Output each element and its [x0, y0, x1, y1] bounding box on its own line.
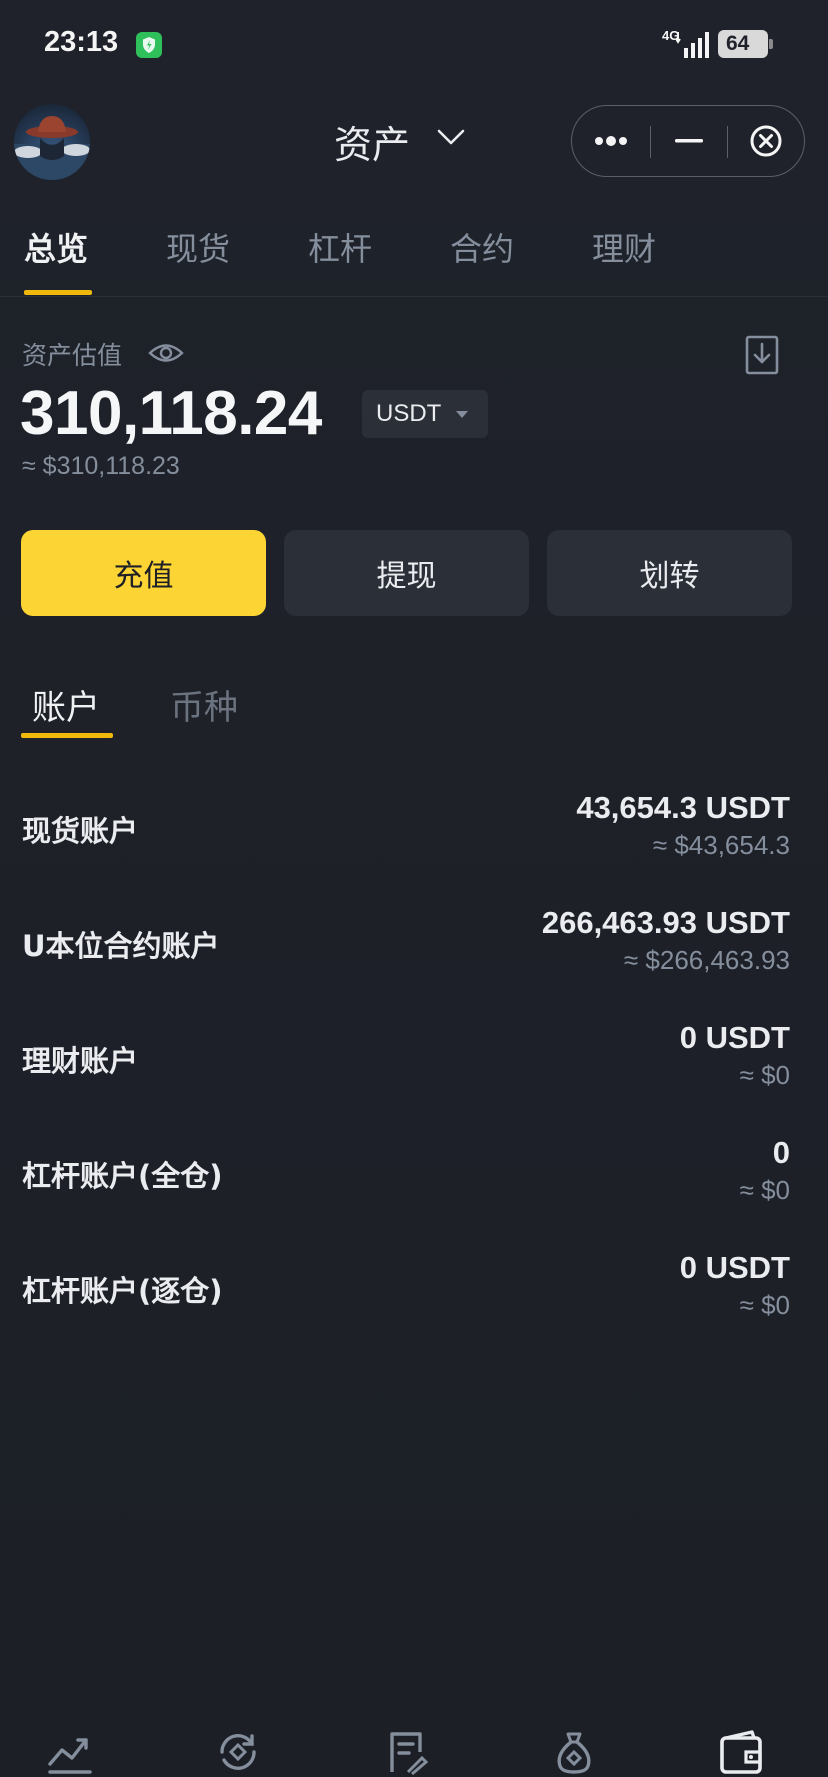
tab-earn[interactable]: 理财 — [592, 224, 656, 270]
caret-down-icon — [456, 411, 468, 418]
chevron-down-icon[interactable] — [436, 128, 466, 146]
unit-select-label: USDT — [376, 400, 442, 427]
account-amount: 266,463.93 USDT — [541, 905, 790, 940]
tab-futures[interactable]: 合约 — [450, 224, 514, 270]
account-usd: ≈ $0 — [739, 1175, 790, 1205]
close-button[interactable] — [728, 106, 804, 176]
bottom-nav — [0, 1720, 828, 1777]
tab-spot[interactable]: 现货 — [166, 224, 230, 270]
trade-icon[interactable] — [214, 1728, 262, 1776]
download-icon[interactable] — [744, 334, 780, 376]
deposit-button[interactable]: 充值 — [21, 530, 266, 616]
subtab-coins[interactable]: 币种 — [170, 680, 238, 729]
account-row[interactable]: U本位合约账户 266,463.93 USDT ≈ $266,463.93 — [0, 905, 828, 1005]
account-usd: ≈ $0 — [739, 1290, 790, 1320]
mini-program-capsule — [571, 105, 805, 177]
shield-icon — [136, 32, 162, 58]
total-asset-value: 310,118.24 — [20, 379, 322, 448]
account-name: U本位合约账户 — [22, 929, 220, 963]
active-subtab-indicator — [21, 733, 113, 738]
subtab-accounts[interactable]: 账户 — [32, 680, 100, 729]
assets-page: 23:13 4G 64 资产 总览 现货 杠杆 合约 理财 资产估值 310,1… — [0, 0, 828, 1777]
signal-icon — [676, 32, 709, 58]
estimate-label: 资产估值 — [22, 341, 123, 370]
account-amount: 0 USDT — [679, 1020, 790, 1055]
eye-icon[interactable] — [148, 340, 184, 366]
tab-margin[interactable]: 杠杆 — [308, 224, 372, 270]
more-button[interactable] — [572, 106, 650, 176]
minimize-button[interactable] — [651, 106, 727, 176]
account-amount: 0 — [772, 1135, 790, 1170]
account-amount: 43,654.3 USDT — [576, 790, 790, 825]
unit-select[interactable]: USDT — [362, 390, 488, 438]
account-row[interactable]: 杠杆账户(逐仓) 0 USDT ≈ $0 — [0, 1250, 828, 1350]
usd-approx-value: ≈ $310,118.23 — [22, 452, 180, 480]
avatar[interactable] — [14, 104, 90, 180]
tab-overview[interactable]: 总览 — [24, 224, 88, 270]
orders-icon[interactable] — [382, 1728, 430, 1776]
top-tabs: 总览 现货 杠杆 合约 理财 — [0, 220, 828, 297]
account-amount: 0 USDT — [679, 1250, 790, 1285]
active-tab-indicator — [24, 290, 92, 295]
close-icon — [750, 125, 782, 157]
battery-indicator: 64 — [718, 30, 773, 58]
more-icon — [595, 136, 627, 146]
account-row[interactable]: 现货账户 43,654.3 USDT ≈ $43,654.3 — [0, 790, 828, 890]
markets-icon[interactable] — [46, 1728, 94, 1776]
account-name: 理财账户 — [22, 1044, 139, 1078]
withdraw-button[interactable]: 提现 — [284, 530, 529, 616]
account-usd: ≈ $0 — [739, 1060, 790, 1090]
account-usd: ≈ $266,463.93 — [623, 945, 790, 975]
account-row[interactable]: 理财账户 0 USDT ≈ $0 — [0, 1020, 828, 1120]
status-bar: 23:13 4G 64 — [0, 0, 828, 90]
account-name: 现货账户 — [22, 814, 139, 848]
page-title[interactable]: 资产 — [334, 114, 410, 169]
account-row[interactable]: 杠杆账户(全仓) 0 ≈ $0 — [0, 1135, 828, 1235]
wallet-icon[interactable] — [718, 1728, 766, 1776]
transfer-button[interactable]: 划转 — [547, 530, 792, 616]
account-name: 杠杆账户(全仓) — [22, 1159, 223, 1193]
minimize-icon — [675, 139, 703, 143]
earn-icon[interactable] — [550, 1728, 598, 1776]
account-name: 杠杆账户(逐仓) — [22, 1274, 223, 1308]
account-usd: ≈ $43,654.3 — [652, 830, 790, 860]
status-time: 23:13 — [44, 26, 119, 58]
